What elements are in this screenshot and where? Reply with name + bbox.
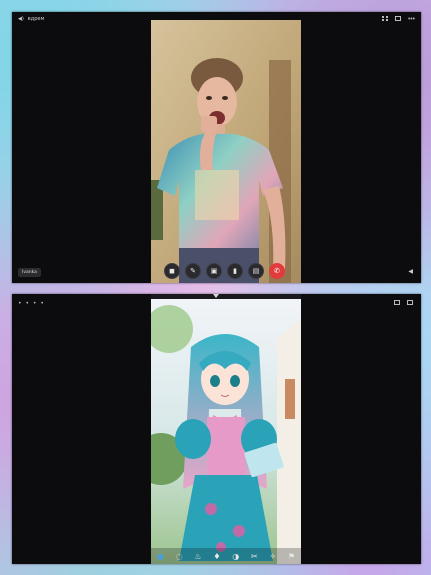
- scissors-icon[interactable]: ✂: [251, 552, 258, 561]
- anime-girl-illustration: [151, 299, 301, 564]
- anime-image: [151, 299, 301, 564]
- flame-icon[interactable]: ♨: [194, 552, 201, 561]
- more-options-icon[interactable]: [408, 16, 415, 21]
- volume-icon[interactable]: ◀): [18, 16, 24, 22]
- call-controls: ◼ ✎ ▣ ▮ ▤ ✆: [164, 263, 285, 279]
- scrubber-marker-icon[interactable]: [213, 294, 219, 298]
- editor-toolbar: ◉ ◌ ♨ ♦ ◑ ✂ ✧ ⚑: [151, 548, 301, 564]
- chat-icon: ▤: [252, 266, 260, 275]
- camera-icon: ◼: [169, 266, 175, 275]
- chat-button[interactable]: ▤: [248, 263, 264, 279]
- sparkle-icon[interactable]: ✧: [269, 552, 276, 561]
- fullscreen-icon[interactable]: [407, 300, 413, 305]
- lasso-icon[interactable]: ◌: [176, 552, 183, 561]
- fullscreen-icon[interactable]: [395, 16, 401, 21]
- participant-name-tag: Ivanka: [18, 268, 41, 277]
- screen-share-icon: ▣: [210, 266, 218, 275]
- microphone-icon: ▮: [233, 266, 237, 275]
- image-editor-window: • • • • ◉ ◌ ♨ ♦ ◑ ✂ ✧ ⚑: [12, 294, 421, 564]
- participant-video: [151, 20, 301, 283]
- monitor-icon[interactable]: [394, 300, 400, 305]
- end-call-icon: ✆: [274, 266, 280, 275]
- microphone-button[interactable]: ▮: [227, 263, 243, 279]
- draw-button[interactable]: ✎: [185, 263, 201, 279]
- window-title-area: ◀) вдрем: [18, 16, 44, 22]
- drop-icon[interactable]: ♦: [213, 552, 220, 561]
- flag-icon[interactable]: ⚑: [288, 552, 295, 561]
- pen-icon: ✎: [190, 266, 196, 275]
- end-call-button[interactable]: ✆: [269, 263, 285, 279]
- screen-share-button[interactable]: ▣: [206, 263, 222, 279]
- menu-dots-icon[interactable]: • • • •: [18, 300, 45, 307]
- speaker-icon[interactable]: ◀: [408, 268, 413, 275]
- participant-image: [151, 20, 301, 283]
- window-controls-bottom: [394, 300, 413, 305]
- video-call-window: ◀) вдрем Ivanka ◼ ✎ ▣ ▮ ▤ ✆ ◀: [12, 12, 421, 283]
- window-controls: [382, 16, 415, 21]
- eye-icon[interactable]: ◉: [157, 552, 164, 561]
- grid-view-icon[interactable]: [382, 16, 388, 21]
- window-title: вдрем: [27, 16, 45, 22]
- camera-button[interactable]: ◼: [164, 263, 180, 279]
- fill-icon[interactable]: ◑: [232, 552, 239, 561]
